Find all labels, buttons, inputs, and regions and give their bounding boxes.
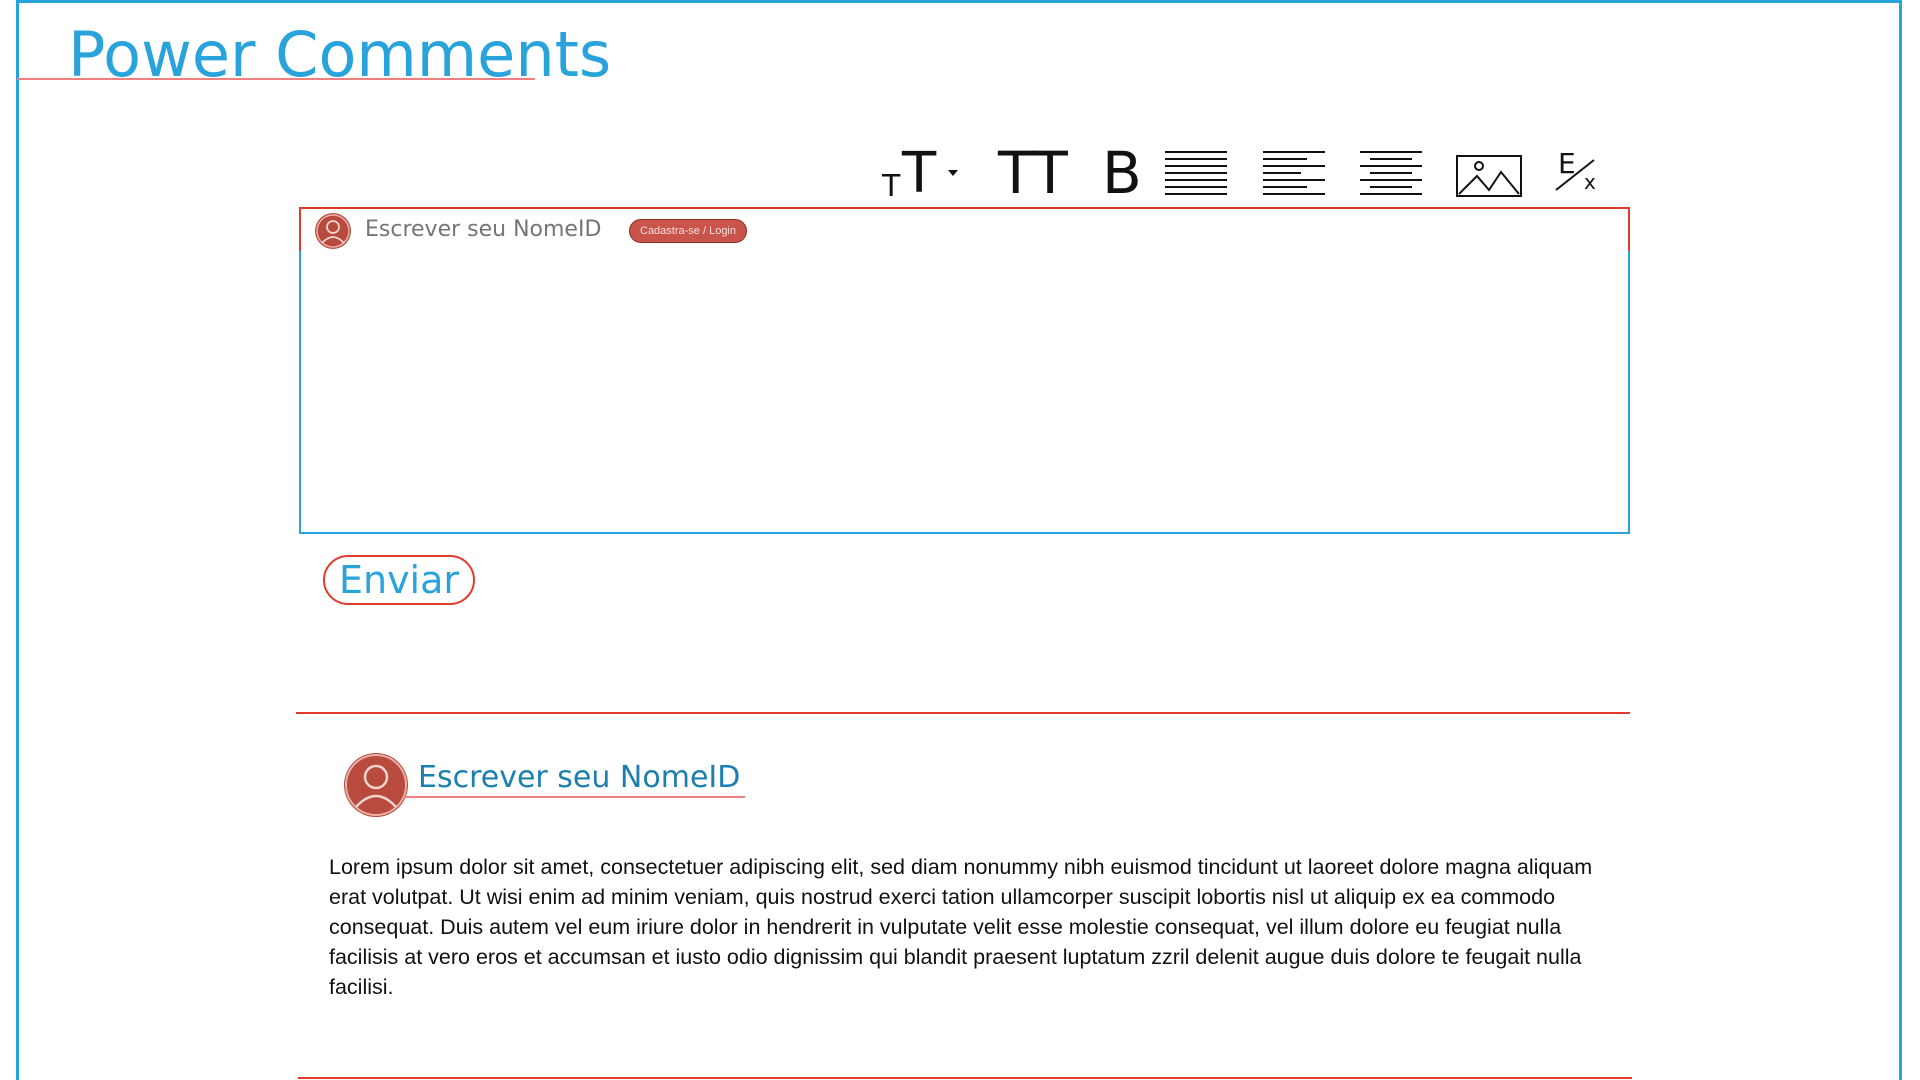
formatting-toolbar: T T TT B E x xyxy=(880,140,1600,202)
editor-header: Cadastra-se / Login xyxy=(299,207,1630,253)
comment-author-underline xyxy=(405,796,745,798)
comment-avatar-icon xyxy=(344,753,408,817)
align-justify-icon[interactable] xyxy=(1163,140,1229,202)
chevron-down-icon xyxy=(948,170,958,176)
align-center-icon[interactable] xyxy=(1358,140,1424,202)
align-justify-glyph xyxy=(1165,151,1227,195)
image-glyph xyxy=(1456,155,1522,197)
align-center-glyph xyxy=(1360,151,1422,195)
comment-text-area[interactable] xyxy=(299,251,1630,534)
send-button[interactable]: Enviar xyxy=(323,555,475,605)
font-size-dropdown-icon[interactable]: T T xyxy=(880,140,960,202)
align-left-glyph xyxy=(1263,151,1325,195)
title-underline xyxy=(17,78,535,80)
align-left-icon[interactable] xyxy=(1261,140,1327,202)
bold-glyph: B xyxy=(1102,139,1142,207)
avatar-icon xyxy=(315,213,351,249)
app-title: Power Comments xyxy=(68,18,612,91)
uppercase-glyph: TT xyxy=(998,139,1068,207)
uppercase-icon[interactable]: TT xyxy=(998,140,1078,202)
insert-image-icon[interactable] xyxy=(1455,140,1523,202)
strike-slash xyxy=(1555,159,1595,191)
font-size-large-glyph: T xyxy=(902,141,937,206)
bold-icon[interactable]: B xyxy=(1102,140,1142,202)
signup-login-button[interactable]: Cadastra-se / Login xyxy=(629,219,747,243)
comment-divider-bottom xyxy=(298,1077,1632,1079)
comment-author[interactable]: Escrever seu NomeID xyxy=(418,760,740,795)
font-size-small-glyph: T xyxy=(882,169,901,204)
clear-formatting-icon[interactable]: E x xyxy=(1550,140,1600,202)
comment-divider-top xyxy=(296,712,1630,714)
comment-body: Lorem ipsum dolor sit amet, consectetuer… xyxy=(329,855,1593,999)
name-id-input[interactable] xyxy=(365,217,615,242)
